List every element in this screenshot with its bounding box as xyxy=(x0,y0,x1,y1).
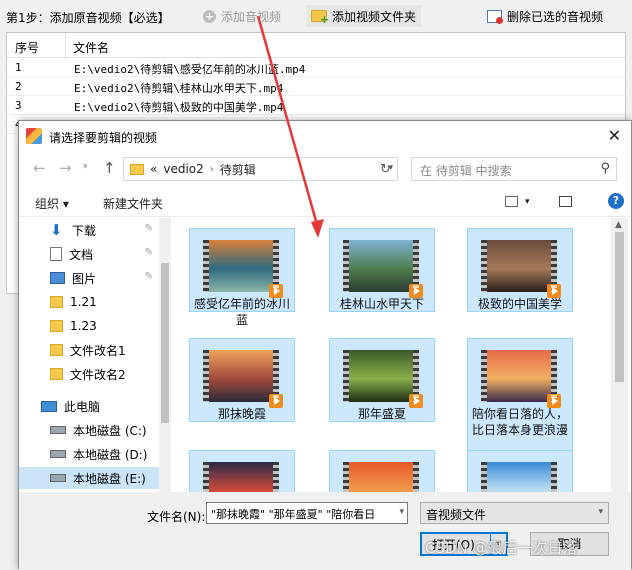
watermark: CSDN @最后一次日落 xyxy=(425,539,578,557)
app-window: 第1步：添加原音视频【必选】 + 添加音视频 添加视频文件夹 删除已选的音视频 … xyxy=(0,0,632,570)
annotation-arrow xyxy=(256,15,324,238)
